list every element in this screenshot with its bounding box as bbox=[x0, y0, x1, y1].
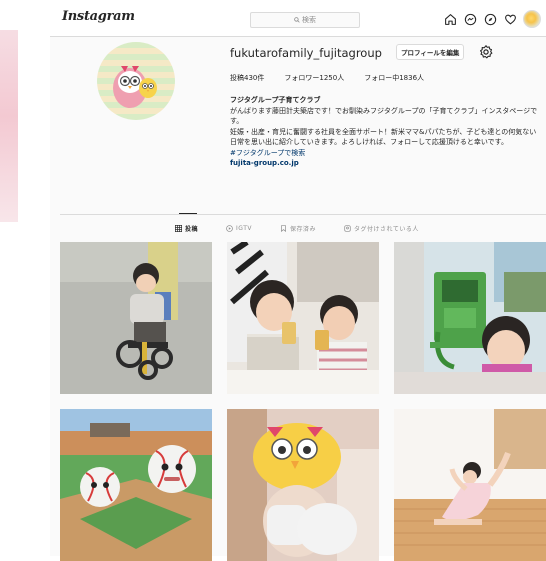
search-placeholder: 検索 bbox=[302, 16, 316, 24]
bio-line: 妊娠・出産・育児に奮闘する社員を全面サポート！新米ママ&パパたちが、子ども達との… bbox=[230, 127, 537, 147]
tab-saved[interactable]: 保存済み bbox=[280, 224, 316, 233]
tab-posts[interactable]: 投稿 bbox=[175, 224, 198, 233]
profile-username: fukutarofamily_fujitagroup bbox=[230, 46, 382, 60]
bio-hashtag[interactable]: #フジタグループで検索 bbox=[230, 148, 540, 159]
settings-gear-icon[interactable] bbox=[478, 44, 494, 60]
bio-line: がんばります藤田計夫築店です！でお馴染みフジタグループの「子育てクラブ」インスタ… bbox=[230, 106, 538, 126]
post-child-tricycle[interactable] bbox=[60, 242, 212, 394]
bio-website-link[interactable]: fujita-group.co.jp bbox=[230, 158, 540, 169]
explore-icon[interactable] bbox=[483, 12, 497, 26]
post-kids-drinking[interactable] bbox=[227, 242, 379, 394]
search-input[interactable]: 検索 bbox=[250, 12, 360, 28]
tag-icon bbox=[344, 225, 351, 232]
igtv-icon bbox=[226, 225, 233, 232]
post-girl-payphone[interactable] bbox=[394, 242, 546, 394]
tab-label: タグ付けされている人 bbox=[354, 226, 419, 233]
followers-count[interactable]: フォロワー1250人 bbox=[284, 73, 344, 83]
home-icon[interactable] bbox=[443, 12, 457, 26]
bio-display-name: フジタグループ子育てクラブ bbox=[230, 96, 321, 104]
nav-icon-group bbox=[443, 10, 541, 28]
heart-icon[interactable] bbox=[503, 12, 517, 26]
tab-tagged[interactable]: タグ付けされている人 bbox=[344, 224, 419, 233]
tab-igtv[interactable]: IGTV bbox=[226, 224, 252, 233]
profile-tabs: 投稿 IGTV 保存済み タグ付けされている人 bbox=[175, 224, 447, 233]
messenger-icon[interactable] bbox=[463, 12, 477, 26]
grid-icon bbox=[175, 225, 182, 232]
profile-stats: 投稿430件 フォロワー1250人 フォロー中1836人 bbox=[230, 73, 424, 83]
top-nav-bar: Instagram 検索 bbox=[50, 0, 546, 37]
post-owl-mascot[interactable] bbox=[227, 409, 379, 561]
instagram-window: Instagram 検索 fukutarofamily_fujitagroup … bbox=[50, 0, 546, 561]
posts-count: 投稿430件 bbox=[230, 74, 265, 82]
active-tab-indicator bbox=[179, 213, 197, 214]
following-count[interactable]: フォロー中1836人 bbox=[364, 73, 424, 83]
profile-avatar[interactable] bbox=[523, 10, 541, 28]
profile-picture[interactable] bbox=[97, 42, 175, 120]
background-deco bbox=[0, 30, 18, 222]
tab-label: 保存済み bbox=[290, 226, 317, 233]
tabs-divider bbox=[60, 214, 546, 215]
instagram-logo[interactable]: Instagram bbox=[62, 9, 135, 24]
post-baseball-stadium[interactable] bbox=[60, 409, 212, 561]
profile-bio: フジタグループ子育てクラブ がんばります藤田計夫築店です！でお馴染みフジタグルー… bbox=[230, 95, 540, 169]
tab-label: 投稿 bbox=[185, 226, 199, 233]
edit-profile-button[interactable]: プロフィールを編集 bbox=[396, 44, 465, 60]
tab-label: IGTV bbox=[236, 225, 252, 232]
search-icon bbox=[294, 17, 300, 23]
bookmark-icon bbox=[281, 225, 286, 232]
post-girl-stretching[interactable] bbox=[394, 409, 546, 561]
